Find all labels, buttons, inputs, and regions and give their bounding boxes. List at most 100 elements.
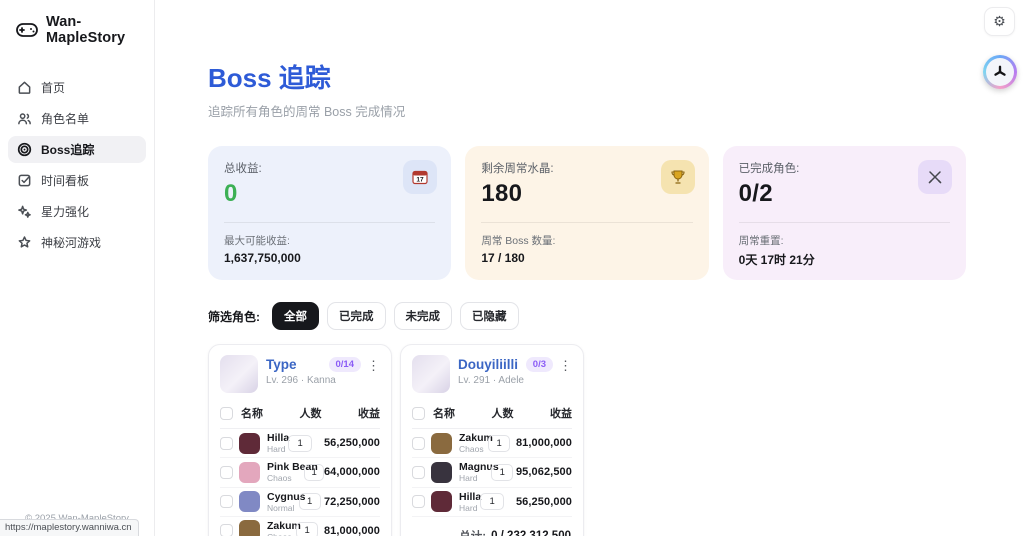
boss-count-input[interactable]: 1	[298, 493, 321, 511]
sidebar-item-label: 首页	[41, 81, 66, 95]
boss-income: 72,250,000	[323, 495, 380, 508]
app-logo[interactable]: Wan-MapleStory	[0, 0, 154, 56]
boss-checkbox[interactable]	[412, 465, 425, 479]
boss-income: 81,000,000	[515, 437, 572, 450]
sidebar-item-time-board[interactable]: 时间看板	[8, 167, 146, 194]
character-subtitle: Lv. 291 · Adele	[458, 375, 524, 386]
divider	[224, 222, 436, 223]
home-icon	[18, 81, 31, 94]
progress-badge: 0/14	[328, 357, 361, 372]
table-header: 名称 人数 收益	[220, 405, 380, 429]
column-count: 人数	[299, 408, 322, 420]
boss-income: 95,062,500	[515, 466, 572, 479]
crossed-swords-icon	[917, 160, 952, 194]
character-header: Type 0/14 ⋮ Lv. 296 · Kanna	[220, 355, 380, 393]
boss-difficulty: Hard	[267, 444, 286, 455]
select-all-checkbox[interactable]	[412, 406, 425, 420]
total-row: 总计: 0 / 232,312,500	[412, 517, 572, 536]
sidebar-item-label: 神秘河游戏	[41, 236, 102, 250]
column-count: 人数	[491, 408, 514, 420]
sidebar-nav: 首页 角色名单 Boss追踪 时间看板 星力强化 神秘河游戏	[0, 74, 154, 256]
settings-button[interactable]: ⚙	[984, 7, 1015, 36]
column-name: 名称	[433, 408, 455, 420]
divider	[738, 222, 950, 223]
trophy-icon	[660, 160, 695, 194]
filter-row: 筛选角色: 全部 已完成 未完成 已隐藏	[208, 302, 966, 330]
boss-icon	[431, 432, 452, 454]
boss-row: Hilla Hard 1 56,250,000	[220, 429, 380, 459]
floating-action-button[interactable]	[983, 55, 1017, 89]
boss-checkbox[interactable]	[220, 524, 233, 536]
progress-badge: 0/3	[525, 357, 553, 372]
boss-name: Cygnus	[267, 490, 306, 503]
character-subtitle: Lv. 296 · Kanna	[266, 375, 336, 386]
star-icon	[18, 236, 31, 248]
boss-name: Pink Bean	[267, 461, 318, 474]
boss-count-input[interactable]: 1	[491, 463, 514, 481]
boss-difficulty: Chaos	[459, 444, 484, 455]
boss-checkbox[interactable]	[220, 436, 233, 450]
boss-icon	[431, 461, 452, 483]
filter-button-all[interactable]: 全部	[272, 302, 319, 330]
boss-row: Pink Bean Chaos 1 64,000,000	[220, 458, 380, 488]
boss-icon	[239, 520, 260, 536]
sidebar-item-label: 时间看板	[41, 174, 90, 188]
gear-icon: ⚙	[993, 13, 1006, 29]
character-card-douyiliilli: Douyiliilli 0/3 ⋮ Lv. 291 · Adele 名称 人数 …	[400, 344, 584, 536]
boss-name: Hilla	[459, 490, 482, 503]
sidebar-item-home[interactable]: 首页	[8, 74, 146, 101]
boss-difficulty: Chaos	[267, 473, 292, 484]
boss-income: 64,000,000	[323, 466, 380, 479]
boss-row: ZakumChaos 1 81,000,000	[412, 429, 572, 459]
boss-count-input[interactable]: 1	[295, 522, 319, 536]
sidebar-item-starforce[interactable]: 星力强化	[8, 198, 146, 225]
svg-text:17: 17	[417, 177, 425, 184]
more-menu-icon[interactable]: ⋮	[361, 357, 380, 372]
boss-checkbox[interactable]	[220, 465, 233, 479]
more-menu-icon[interactable]: ⋮	[553, 357, 572, 372]
stat-sublabel: 最大可能收益:	[224, 235, 290, 247]
boss-checkbox[interactable]	[220, 495, 233, 509]
stat-subvalue: 17 / 180	[481, 251, 525, 265]
column-name: 名称	[241, 408, 263, 420]
select-all-checkbox[interactable]	[220, 406, 233, 420]
filter-button-hidden[interactable]: 已隐藏	[460, 302, 519, 330]
stat-card-total-income: 总收益: 0 17 最大可能收益: 1,637,750,000	[208, 146, 452, 280]
main-content: ⚙ Boss 追踪 追踪所有角色的周常 Boss 完成情况 总收益: 0 17 …	[156, 0, 1024, 536]
boss-name: Zakum	[459, 432, 493, 444]
sparkles-icon	[18, 205, 31, 218]
total-value: 0 / 232,312,500	[491, 529, 571, 536]
boss-count-input[interactable]: 1	[479, 493, 505, 511]
boss-name: Zakum	[267, 519, 301, 532]
sidebar: Wan-MapleStory 首页 角色名单 Boss追踪 时间看板 星力强化 …	[0, 0, 155, 536]
boss-row: Cygnus Normal 1 72,250,000	[220, 488, 380, 517]
boss-count-input[interactable]: 1	[287, 434, 313, 452]
target-icon	[17, 142, 32, 157]
divider	[481, 222, 693, 223]
boss-row: Hilla Hard 1 56,250,000	[412, 488, 572, 517]
boss-checkbox[interactable]	[412, 436, 425, 450]
boss-row: ZakumChaos 1 81,000,000	[220, 517, 380, 536]
boss-checkbox[interactable]	[412, 495, 425, 509]
filter-label: 筛选角色:	[208, 309, 260, 324]
filter-button-incomplete[interactable]: 未完成	[393, 302, 452, 330]
column-income: 收益	[550, 408, 572, 420]
sidebar-item-mystic-river[interactable]: 神秘河游戏	[8, 229, 146, 256]
stat-card-remaining-crystals: 剩余周常水晶: 180 周常 Boss 数量: 17 / 180	[465, 146, 709, 280]
boss-row: Magnus Hard 1 95,062,500	[412, 458, 572, 488]
trefoil-icon	[994, 65, 1006, 76]
stat-subvalue: 1,637,750,000	[224, 251, 301, 265]
boss-count-input[interactable]: 1	[487, 434, 511, 452]
filter-button-completed[interactable]: 已完成	[327, 302, 386, 330]
table-header: 名称 人数 收益	[412, 405, 572, 429]
checkbox-board-icon	[18, 174, 31, 187]
boss-icon	[431, 491, 452, 513]
character-name: Douyiliilli	[458, 357, 519, 372]
boss-count-input[interactable]: 1	[304, 463, 324, 481]
character-header: Douyiliilli 0/3 ⋮ Lv. 291 · Adele	[412, 355, 572, 393]
sidebar-item-characters[interactable]: 角色名单	[8, 105, 146, 132]
browser-status-url: https://maplestory.wanniwa.cn	[0, 519, 139, 536]
sidebar-item-boss-tracker[interactable]: Boss追踪	[8, 136, 146, 163]
users-icon	[18, 113, 31, 125]
sidebar-item-label: 星力强化	[41, 205, 90, 219]
